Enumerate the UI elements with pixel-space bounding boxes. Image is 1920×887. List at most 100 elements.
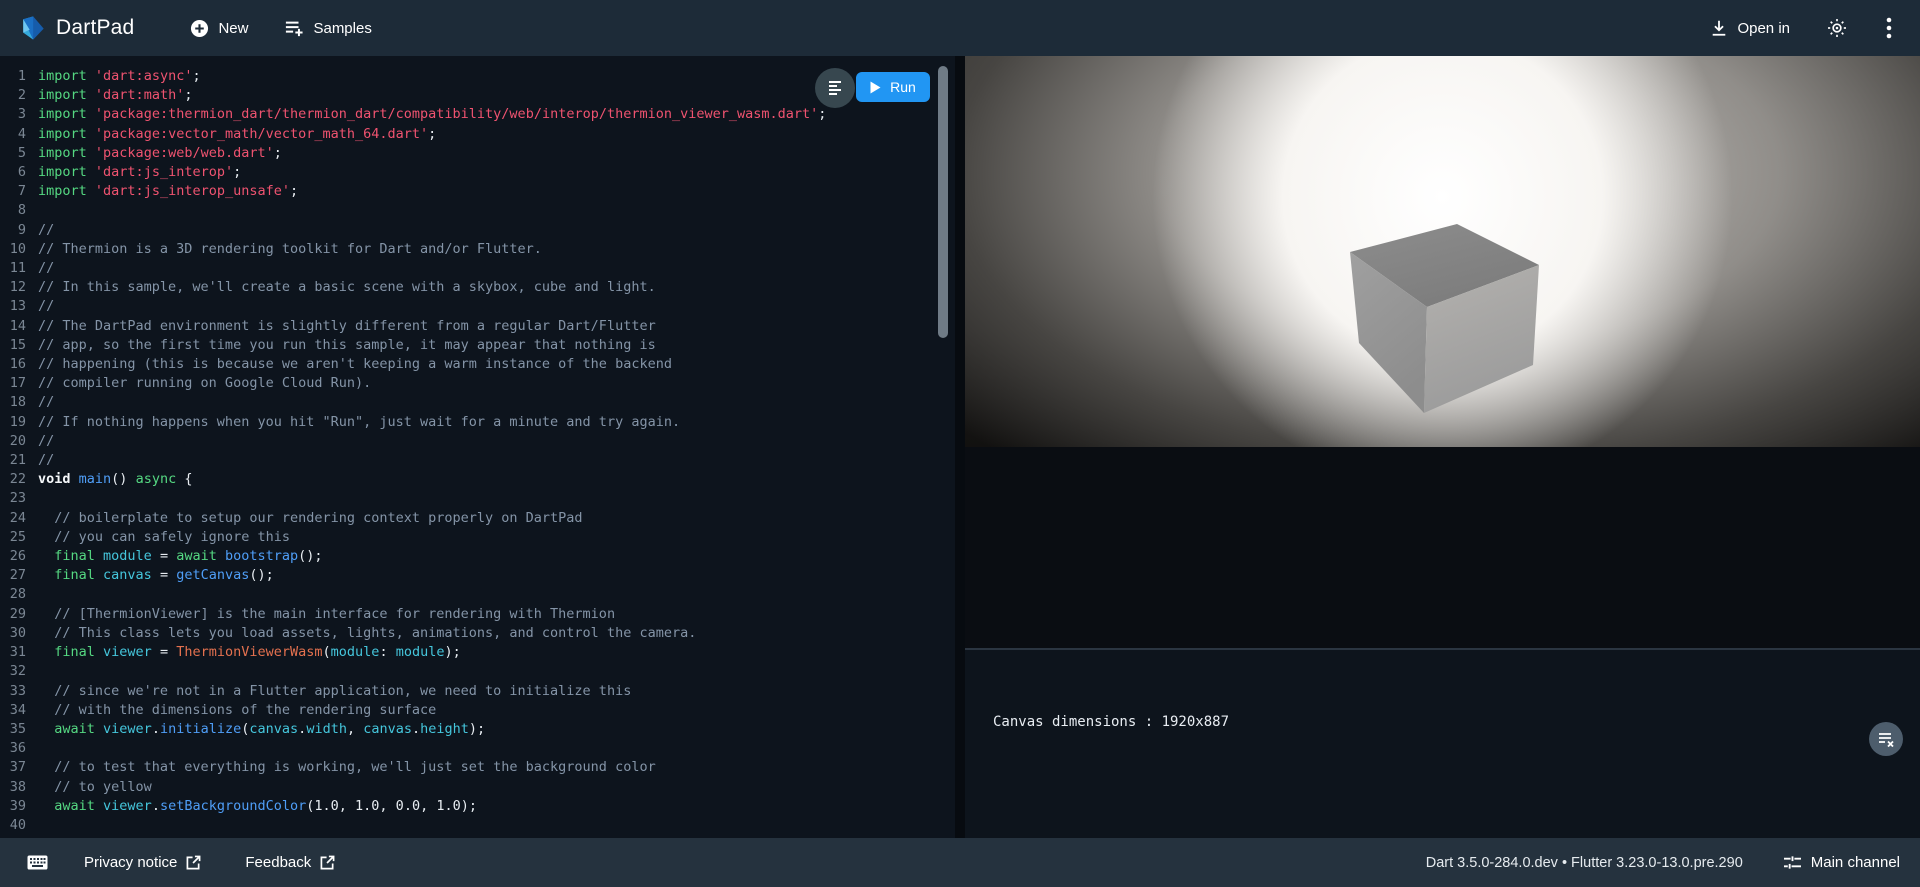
code-text: // you can safely ignore this (38, 528, 290, 547)
code-text: // Thermion is a 3D rendering toolkit fo… (38, 240, 542, 259)
line-number: 15 (0, 336, 38, 355)
code-line[interactable]: 35 await viewer.initialize(canvas.width,… (0, 720, 941, 739)
code-line[interactable]: 31 final viewer = ThermionViewerWasm(mod… (0, 643, 941, 662)
theme-toggle-button[interactable] (1824, 15, 1850, 41)
format-button[interactable] (815, 68, 855, 108)
plus-circle-icon (190, 19, 209, 38)
run-button[interactable]: Run (856, 72, 930, 102)
code-text: // with the dimensions of the rendering … (38, 701, 436, 720)
code-line[interactable]: 11// (0, 259, 941, 278)
code-line[interactable]: 21// (0, 451, 941, 470)
code-line[interactable]: 30 // This class lets you load assets, l… (0, 624, 941, 643)
code-text: // [ThermionViewer] is the main interfac… (38, 605, 615, 624)
line-number: 23 (0, 489, 38, 508)
line-number: 38 (0, 778, 38, 797)
line-number: 31 (0, 643, 38, 662)
code-line[interactable]: 33 // since we're not in a Flutter appli… (0, 682, 941, 701)
open-in-button[interactable]: Open in (1710, 19, 1790, 37)
code-line[interactable]: 19// If nothing happens when you hit "Ru… (0, 413, 941, 432)
code-line[interactable]: 1import 'dart:async'; (0, 67, 941, 86)
code-line[interactable]: 24 // boilerplate to setup our rendering… (0, 509, 941, 528)
line-number: 6 (0, 163, 38, 182)
code-line[interactable]: 40 (0, 816, 941, 835)
code-line[interactable]: 9// (0, 221, 941, 240)
keyboard-shortcuts-button[interactable] (27, 855, 48, 870)
code-line[interactable]: 39 await viewer.setBackgroundColor(1.0, … (0, 797, 941, 816)
line-number: 18 (0, 393, 38, 412)
code-text: // (38, 259, 54, 278)
code-line[interactable]: 32 (0, 662, 941, 681)
code-line[interactable]: 2import 'dart:math'; (0, 86, 941, 105)
code-text: // (38, 451, 54, 470)
code-line[interactable]: 36 (0, 739, 941, 758)
code-editor-panel[interactable]: 1import 'dart:async';2import 'dart:math'… (0, 56, 955, 838)
editor-scrollbar[interactable] (938, 66, 948, 338)
console-panel: Canvas dimensions : 1920x887 (965, 650, 1920, 838)
tune-icon (1783, 854, 1802, 871)
code-text: // (38, 432, 54, 451)
code-text: // happening (this is because we aren't … (38, 355, 672, 374)
line-number: 34 (0, 701, 38, 720)
code-text: // The DartPad environment is slightly d… (38, 317, 656, 336)
line-number: 3 (0, 105, 38, 124)
code-line[interactable]: 3import 'package:thermion_dart/thermion_… (0, 105, 941, 124)
code-text: // If nothing happens when you hit "Run"… (38, 413, 680, 432)
code-line[interactable]: 18// (0, 393, 941, 412)
line-number: 37 (0, 758, 38, 777)
code-line[interactable]: 37 // to test that everything is working… (0, 758, 941, 777)
code-line[interactable]: 7import 'dart:js_interop_unsafe'; (0, 182, 941, 201)
code-line[interactable]: 10// Thermion is a 3D rendering toolkit … (0, 240, 941, 259)
kebab-menu-icon (1886, 17, 1892, 39)
play-icon (870, 81, 881, 94)
code-line[interactable]: 28 (0, 585, 941, 604)
code-line[interactable]: 4import 'package:vector_math/vector_math… (0, 125, 941, 144)
new-button[interactable]: New (190, 19, 248, 38)
keyboard-icon (27, 855, 48, 870)
code-line[interactable]: 5import 'package:web/web.dart'; (0, 144, 941, 163)
feedback-link[interactable]: Feedback (245, 854, 335, 871)
line-number: 9 (0, 221, 38, 240)
line-number: 30 (0, 624, 38, 643)
open-in-new-icon (186, 855, 201, 870)
code-text: // since we're not in a Flutter applicat… (38, 682, 631, 701)
code-line[interactable]: 6import 'dart:js_interop'; (0, 163, 941, 182)
code-line[interactable]: 27 final canvas = getCanvas(); (0, 566, 941, 585)
format-align-icon (826, 80, 844, 96)
code-line[interactable]: 17// compiler running on Google Cloud Ru… (0, 374, 941, 393)
code-line[interactable]: 34 // with the dimensions of the renderi… (0, 701, 941, 720)
code-line[interactable]: 25 // you can safely ignore this (0, 528, 941, 547)
overflow-menu-button[interactable] (1876, 15, 1902, 41)
samples-button[interactable]: Samples (284, 19, 371, 37)
code-line[interactable]: 23 (0, 489, 941, 508)
code-text: final viewer = ThermionViewerWasm(module… (38, 643, 461, 662)
code-line[interactable]: 22void main() async { (0, 470, 941, 489)
code-line[interactable]: 12// In this sample, we'll create a basi… (0, 278, 941, 297)
code-line[interactable]: 15// app, so the first time you run this… (0, 336, 941, 355)
privacy-notice-link[interactable]: Privacy notice (84, 854, 201, 871)
line-number: 40 (0, 816, 38, 835)
channel-selector-button[interactable]: Main channel (1783, 854, 1900, 871)
code-line[interactable]: 29 // [ThermionViewer] is the main inter… (0, 605, 941, 624)
code-text: // app, so the first time you run this s… (38, 336, 656, 355)
canvas-output[interactable] (965, 56, 1920, 447)
line-number: 22 (0, 470, 38, 489)
code-line[interactable]: 26 final module = await bootstrap(); (0, 547, 941, 566)
line-number: 1 (0, 67, 38, 86)
code-line[interactable]: 16// happening (this is because we aren'… (0, 355, 941, 374)
code-line[interactable]: 20// (0, 432, 941, 451)
code-line[interactable]: 8 (0, 201, 941, 220)
channel-label: Main channel (1811, 854, 1900, 871)
line-number: 14 (0, 317, 38, 336)
code-text: void main() async { (38, 470, 192, 489)
line-number: 29 (0, 605, 38, 624)
code-line[interactable]: 14// The DartPad environment is slightly… (0, 317, 941, 336)
code-text: // to yellow (38, 778, 152, 797)
clear-console-icon (1878, 732, 1894, 747)
samples-button-label: Samples (313, 20, 371, 37)
code-line[interactable]: 13// (0, 297, 941, 316)
line-number: 25 (0, 528, 38, 547)
line-number: 21 (0, 451, 38, 470)
code-line[interactable]: 38 // to yellow (0, 778, 941, 797)
open-in-label: Open in (1737, 20, 1790, 37)
clear-console-button[interactable] (1869, 722, 1903, 756)
